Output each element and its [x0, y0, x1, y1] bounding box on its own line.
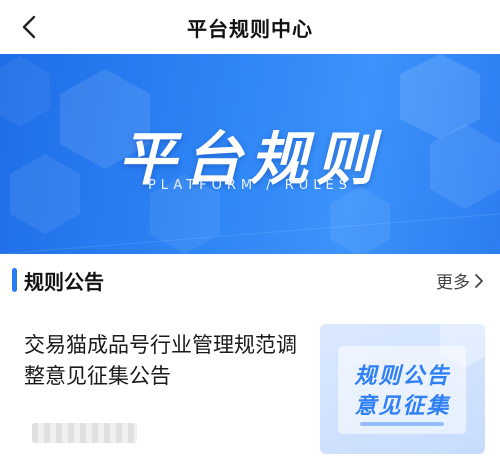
- announcement-thumbnail: 规则公告 意见征集: [320, 324, 485, 454]
- thumbnail-line-1: 规则公告: [354, 364, 451, 389]
- banner-subtitle: PLATFORM / RULES: [147, 178, 353, 193]
- announcements-section-header: 规则公告 更多: [0, 262, 500, 298]
- thumbnail-line-2: 意见征集: [354, 394, 451, 419]
- announcement-list-item[interactable]: 交易猫成品号行业管理规范调整意见征集公告 规则公告 意见征集: [0, 318, 500, 467]
- more-link[interactable]: 更多: [436, 268, 484, 293]
- platform-rules-banner[interactable]: 平台规则 PLATFORM / RULES: [0, 54, 500, 254]
- blurred-meta-text: [32, 423, 137, 443]
- more-label: 更多: [436, 273, 470, 293]
- announcement-title: 交易猫成品号行业管理规范调整意见征集公告: [24, 333, 297, 388]
- section-accent-bar: [12, 268, 17, 292]
- chevron-right-icon: [474, 273, 484, 289]
- page-title: 平台规则中心: [187, 17, 313, 41]
- navigation-bar: 平台规则中心: [0, 0, 500, 54]
- section-title: 规则公告: [24, 270, 104, 294]
